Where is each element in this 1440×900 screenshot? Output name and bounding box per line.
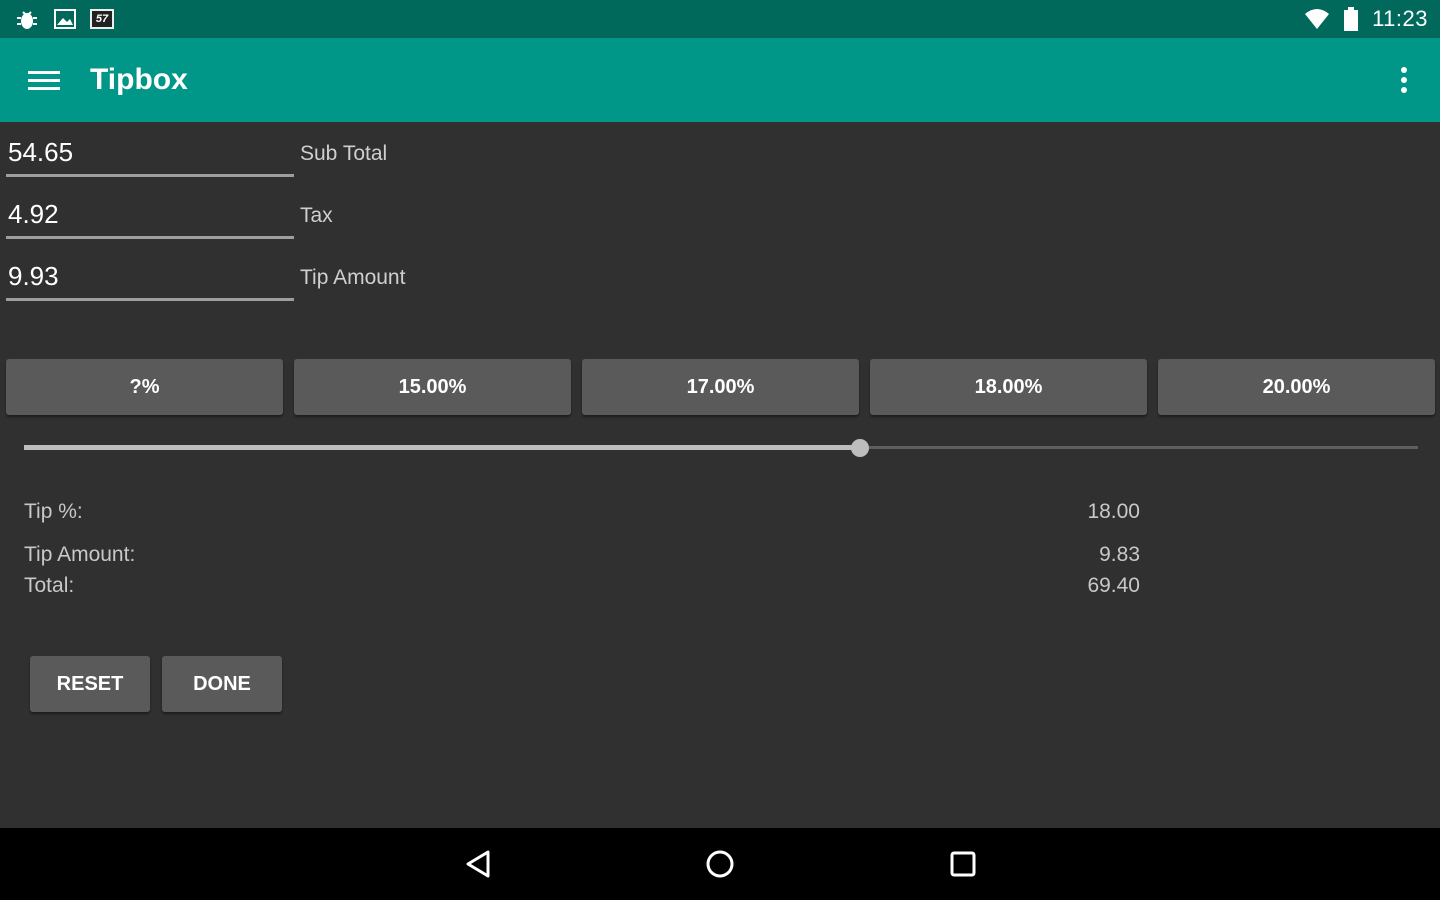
tip-percent-value: 18.00 xyxy=(1087,500,1140,523)
image-icon xyxy=(54,9,76,29)
navigation-bar xyxy=(0,828,1440,900)
wifi-icon xyxy=(1304,8,1330,30)
app-title: Tipbox xyxy=(90,63,188,96)
tip-slider[interactable] xyxy=(24,436,1418,460)
tax-underline xyxy=(6,236,294,239)
bug-icon xyxy=(14,6,40,32)
home-icon[interactable] xyxy=(696,842,744,886)
recents-icon[interactable] xyxy=(939,842,987,886)
custom-percent-button[interactable]: ?% xyxy=(6,359,283,415)
subtotal-label: Sub Total xyxy=(300,142,388,165)
app-bar: Tipbox xyxy=(0,38,1440,122)
tip-amount-input[interactable] xyxy=(6,254,294,298)
subtotal-input[interactable] xyxy=(6,130,294,174)
status-bar: 57 11:23 xyxy=(0,0,1440,38)
percent-15-button[interactable]: 15.00% xyxy=(294,359,571,415)
hamburger-menu-icon[interactable] xyxy=(22,58,66,102)
reset-button[interactable]: RESET xyxy=(30,656,150,712)
total-label: Total: xyxy=(24,574,75,597)
tip-amount-summary-label: Tip Amount: xyxy=(24,543,136,566)
total-value: 69.40 xyxy=(1087,574,1140,597)
notification-badge: 57 xyxy=(90,9,114,29)
status-right-icons: 11:23 xyxy=(1304,6,1428,32)
tip-amount-summary-value: 9.83 xyxy=(1099,543,1140,566)
tip-percent-label: Tip %: xyxy=(24,500,83,523)
more-vert-icon[interactable] xyxy=(1386,58,1422,102)
tax-label: Tax xyxy=(300,204,333,227)
status-left-icons: 57 xyxy=(14,6,114,32)
subtotal-row: Sub Total xyxy=(6,124,606,182)
tip-amount-label: Tip Amount xyxy=(300,266,406,289)
tip-percent-buttons: ?% 15.00% 17.00% 18.00% 20.00% xyxy=(6,359,1435,415)
percent-17-button[interactable]: 17.00% xyxy=(582,359,859,415)
tip-amount-underline xyxy=(6,298,294,301)
back-icon[interactable] xyxy=(454,842,502,886)
slider-thumb[interactable] xyxy=(851,439,870,457)
percent-20-button[interactable]: 20.00% xyxy=(1158,359,1435,415)
battery-icon xyxy=(1344,7,1359,31)
status-time: 11:23 xyxy=(1372,6,1428,31)
tax-input[interactable] xyxy=(6,192,294,236)
percent-18-button[interactable]: 18.00% xyxy=(870,359,1147,415)
done-button[interactable]: DONE xyxy=(162,656,282,712)
subtotal-underline xyxy=(6,174,294,177)
tip-amount-row: Tip Amount xyxy=(6,248,606,306)
tax-row: Tax xyxy=(6,186,606,244)
slider-fill xyxy=(24,445,861,450)
